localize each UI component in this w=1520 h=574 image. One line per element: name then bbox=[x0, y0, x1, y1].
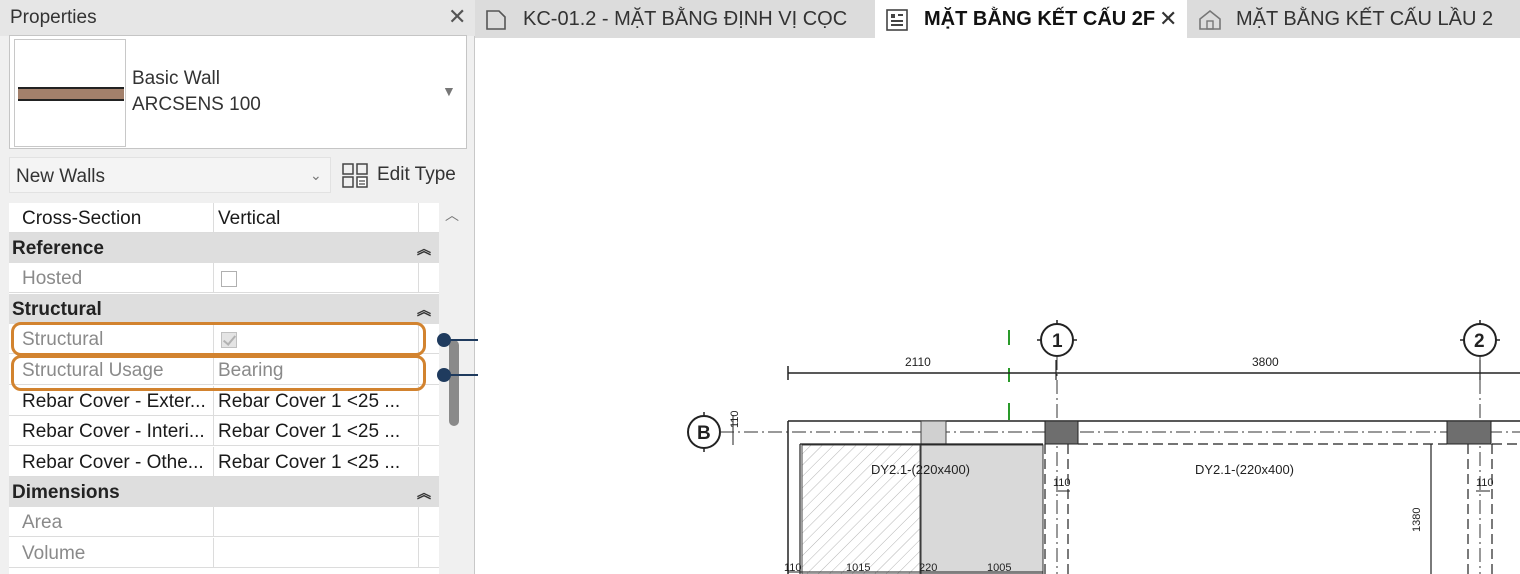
property-row-hosted: Hosted bbox=[9, 263, 439, 293]
property-label: Cross-Section bbox=[22, 208, 142, 229]
highlight-structural-usage bbox=[11, 355, 426, 391]
tab-label: KC-01.2 - MẶT BẰNG ĐỊNH VỊ CỌC bbox=[523, 8, 848, 30]
collapse-icon[interactable]: ︽ bbox=[417, 300, 431, 320]
dim-label: 110 bbox=[1476, 477, 1494, 489]
group-header-dimensions[interactable]: Dimensions ︽ bbox=[9, 477, 439, 507]
dim-label: 110 bbox=[784, 562, 802, 574]
property-row-cross-section[interactable]: Cross-Section Vertical bbox=[9, 203, 439, 233]
collapse-icon[interactable]: ︽ bbox=[417, 483, 431, 503]
group-header-structural[interactable]: Structural ︽ bbox=[9, 294, 439, 324]
highlight-structural bbox=[11, 322, 426, 356]
properties-panel: Properties ✕ Basic Wall ARCSENS 100 ▼ Ne… bbox=[0, 0, 475, 574]
type-family: Basic Wall bbox=[132, 68, 220, 89]
property-row-volume: Volume bbox=[9, 538, 439, 568]
view-icon bbox=[486, 10, 506, 30]
property-row-area: Area bbox=[9, 507, 439, 537]
property-value[interactable]: Rebar Cover 1 <25 ... bbox=[218, 391, 400, 413]
property-label: Area bbox=[22, 512, 63, 533]
properties-title: Properties bbox=[10, 7, 97, 28]
tab-structural-plan-2f[interactable]: MẶT BẰNG KẾT CẤU 2F ✕ bbox=[875, 0, 1187, 38]
grid-label-b: B bbox=[697, 423, 711, 444]
beam-label: DY2.1-(220x400) bbox=[871, 462, 970, 477]
property-label: Rebar Cover - Exter... bbox=[22, 391, 206, 412]
type-selector[interactable]: Basic Wall ARCSENS 100 ▼ bbox=[9, 35, 467, 149]
dim-label: 110 bbox=[729, 410, 741, 428]
tab-label: MẶT BẰNG KẾT CẤU 2F bbox=[924, 8, 1156, 30]
property-label: Rebar Cover - Othe... bbox=[22, 452, 204, 473]
group-title: Reference bbox=[12, 238, 104, 259]
tab-structural-plan-floor-2[interactable]: MẶT BẰNG KẾT CẤU LẦU 2 bbox=[1189, 0, 1520, 38]
instance-row: New Walls ⌄ Edit Type bbox=[9, 155, 467, 195]
instance-filter-label: New Walls bbox=[16, 166, 106, 187]
column bbox=[1044, 420, 1079, 445]
tab-label: MẶT BẰNG KẾT CẤU LẦU 2 bbox=[1236, 8, 1494, 30]
edit-type-icon bbox=[342, 163, 368, 188]
collapse-icon[interactable]: ︽ bbox=[417, 239, 431, 259]
drawing-canvas[interactable]: 2110 3800 1 2 B 110 DY2.1-(220x400) DY2.… bbox=[478, 38, 1520, 574]
callout-dot-2 bbox=[437, 368, 451, 382]
dim-label: 3800 bbox=[1252, 355, 1279, 369]
group-title: Structural bbox=[12, 299, 102, 320]
property-value[interactable]: Rebar Cover 1 <25 ... bbox=[218, 452, 400, 474]
chevron-down-icon[interactable]: ⌄ bbox=[310, 167, 322, 184]
column bbox=[1446, 420, 1492, 445]
close-icon[interactable]: ✕ bbox=[1159, 6, 1177, 32]
scroll-up-icon[interactable]: ︿ bbox=[445, 205, 459, 225]
dim-label: 1005 bbox=[987, 562, 1011, 574]
properties-scrollbar[interactable]: ︿ bbox=[441, 203, 469, 574]
property-label: Volume bbox=[22, 543, 86, 564]
scrollbar-thumb[interactable] bbox=[449, 340, 459, 426]
dim-label: 2110 bbox=[905, 355, 931, 369]
grid-label-1: 1 bbox=[1052, 331, 1063, 352]
edit-type-label: Edit Type bbox=[377, 164, 456, 185]
tab-pile-plan[interactable]: KC-01.2 - MẶT BẰNG ĐỊNH VỊ CỌC bbox=[475, 0, 875, 38]
home-icon bbox=[1199, 9, 1221, 30]
edit-type-button[interactable]: Edit Type bbox=[339, 157, 464, 193]
properties-title-bar: Properties ✕ bbox=[0, 0, 475, 36]
view-tabs: KC-01.2 - MẶT BẰNG ĐỊNH VỊ CỌC MẶT BẰNG … bbox=[475, 0, 1520, 38]
dim-label: 1015 bbox=[846, 562, 870, 574]
dim-label: 1380 bbox=[1411, 508, 1423, 532]
property-label: Rebar Cover - Interi... bbox=[22, 421, 205, 442]
sheet-icon bbox=[886, 9, 908, 31]
group-title: Dimensions bbox=[12, 482, 120, 503]
instance-filter-dropdown[interactable]: New Walls ⌄ bbox=[9, 157, 331, 193]
hosted-checkbox bbox=[221, 271, 237, 287]
dim-label: 110 bbox=[1053, 477, 1071, 489]
chevron-down-icon[interactable]: ▼ bbox=[442, 83, 456, 99]
structural-plan-drawing: 2110 3800 1 2 B 110 DY2.1-(220x400) DY2.… bbox=[687, 320, 1520, 574]
beam-label: DY2.1-(220x400) bbox=[1195, 462, 1294, 477]
type-name: ARCSENS 100 bbox=[132, 94, 261, 115]
type-preview bbox=[14, 39, 126, 147]
property-label: Hosted bbox=[22, 268, 83, 289]
callout-dot-1 bbox=[437, 333, 451, 347]
property-row-rebar-cover-interior[interactable]: Rebar Cover - Interi... Rebar Cover 1 <2… bbox=[9, 416, 439, 446]
property-row-rebar-cover-other[interactable]: Rebar Cover - Othe... Rebar Cover 1 <25 … bbox=[9, 447, 439, 477]
wall-swatch bbox=[18, 87, 124, 101]
property-value[interactable]: Rebar Cover 1 <25 ... bbox=[218, 421, 400, 443]
dim-label: 220 bbox=[919, 562, 937, 574]
property-value[interactable]: Vertical bbox=[218, 208, 280, 230]
grid-label-2: 2 bbox=[1474, 331, 1485, 352]
close-icon[interactable]: ✕ bbox=[448, 4, 466, 30]
group-header-reference[interactable]: Reference ︽ bbox=[9, 233, 439, 263]
